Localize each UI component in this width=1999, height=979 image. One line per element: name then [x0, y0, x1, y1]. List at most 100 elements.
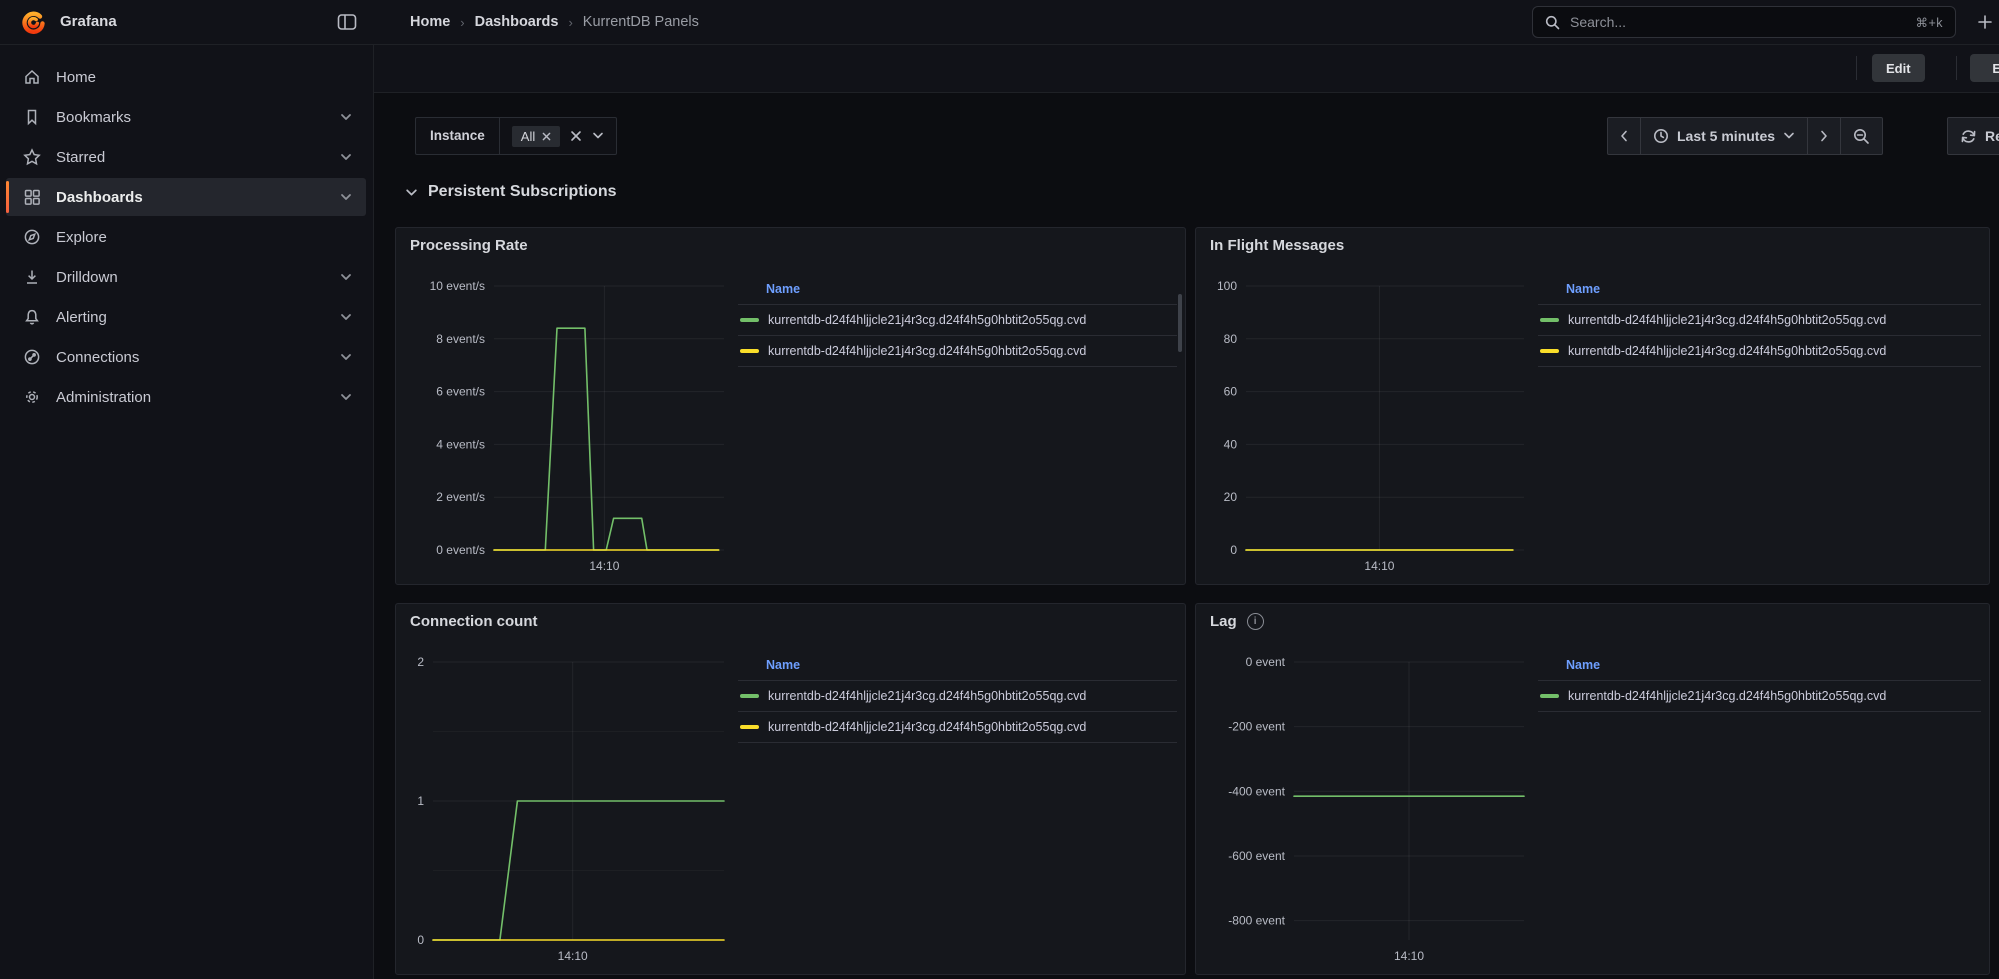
instance-variable-value[interactable]: All — [500, 118, 616, 154]
sidebar-toggle-icon[interactable] — [334, 10, 360, 34]
edit-button[interactable]: Edit — [1872, 54, 1925, 82]
export-button[interactable]: Export — [1970, 54, 1999, 82]
sidebar-item-explore[interactable]: Explore — [6, 218, 366, 256]
drilldown-icon — [22, 267, 42, 287]
sidebar-item-label: Alerting — [56, 309, 107, 326]
time-range-label: Last 5 minutes — [1677, 128, 1775, 144]
remove-value-icon[interactable] — [542, 132, 551, 141]
sidebar-item-drilldown[interactable]: Drilldown — [6, 258, 366, 296]
clear-all-icon[interactable] — [570, 130, 582, 142]
sidebar-item-connections[interactable]: Connections — [6, 338, 366, 376]
panel-processing-rate: Processing Rate 0 event/s2 event/s4 even… — [395, 227, 1186, 585]
svg-text:14:10: 14:10 — [1364, 559, 1394, 573]
product-name: Grafana — [60, 0, 117, 44]
time-shift-forward-button[interactable] — [1808, 118, 1841, 154]
legend: Name kurrentdb-d24f4hljjcle21j4r3cg.d24f… — [1538, 658, 1981, 712]
series-color-dash — [1540, 349, 1559, 353]
search-input[interactable] — [1568, 13, 1907, 31]
legend-item[interactable]: kurrentdb-d24f4hljjcle21j4r3cg.d24f4h5g0… — [1538, 335, 1981, 366]
panel-title-menu[interactable]: Connection count — [410, 613, 538, 630]
instance-value-pill[interactable]: All — [512, 126, 560, 147]
gear-icon — [22, 387, 42, 407]
svg-text:2: 2 — [417, 655, 424, 669]
time-shift-back-button[interactable] — [1608, 118, 1641, 154]
sidebar-item-starred[interactable]: Starred — [6, 138, 366, 176]
grafana-logo-icon[interactable] — [22, 10, 46, 34]
svg-text:8 event/s: 8 event/s — [436, 332, 485, 346]
legend-name-header[interactable]: Name — [738, 658, 1177, 680]
svg-text:0 event/s: 0 event/s — [436, 543, 485, 557]
svg-text:4 event/s: 4 event/s — [436, 437, 485, 451]
svg-text:20: 20 — [1224, 490, 1238, 504]
refresh-icon — [1960, 128, 1977, 145]
panel-connection-count: Connection count 01214:10 Name kurrentdb… — [395, 603, 1186, 975]
legend-name-header[interactable]: Name — [738, 282, 1177, 304]
sidebar-item-home[interactable]: Home — [6, 58, 366, 96]
svg-text:0: 0 — [417, 933, 424, 947]
dashboard-canvas: Instance All Last 5 minutes Refresh — [374, 92, 1999, 979]
sidebar-item-label: Drilldown — [56, 269, 118, 286]
instance-variable-label[interactable]: Instance — [416, 118, 500, 154]
legend-item[interactable]: kurrentdb-d24f4hljjcle21j4r3cg.d24f4h5g0… — [1538, 680, 1981, 711]
breadcrumb-separator: › — [568, 15, 572, 30]
series-name: kurrentdb-d24f4hljjcle21j4r3cg.d24f4h5g0… — [768, 720, 1177, 734]
legend-scrollbar[interactable] — [1178, 294, 1182, 352]
legend-item[interactable]: kurrentdb-d24f4hljjcle21j4r3cg.d24f4h5g0… — [738, 711, 1177, 742]
chevron-down-icon — [1783, 132, 1795, 140]
refresh-button[interactable]: Refresh — [1947, 117, 1999, 155]
sidebar-item-label: Dashboards — [56, 189, 143, 206]
info-icon[interactable] — [1247, 613, 1264, 630]
series-name: kurrentdb-d24f4hljjcle21j4r3cg.d24f4h5g0… — [1568, 313, 1981, 327]
time-series-chart: 0 event/s2 event/s4 event/s6 event/s8 ev… — [408, 268, 726, 576]
chevron-down-icon[interactable] — [592, 132, 604, 140]
toolbar-divider — [1856, 56, 1857, 80]
sidebar-item-label: Bookmarks — [56, 109, 131, 126]
home-icon — [22, 67, 42, 87]
series-name: kurrentdb-d24f4hljjcle21j4r3cg.d24f4h5g0… — [768, 689, 1177, 703]
legend-item[interactable]: kurrentdb-d24f4hljjcle21j4r3cg.d24f4h5g0… — [738, 304, 1177, 335]
panel-lag: Lag 0 event-200 event-400 event-600 even… — [1195, 603, 1990, 975]
legend-name-header[interactable]: Name — [1538, 658, 1981, 680]
legend-name-header[interactable]: Name — [1538, 282, 1981, 304]
sidebar-item-alerting[interactable]: Alerting — [6, 298, 366, 336]
search-icon — [1545, 15, 1560, 30]
legend-item[interactable]: kurrentdb-d24f4hljjcle21j4r3cg.d24f4h5g0… — [738, 335, 1177, 366]
search-box[interactable]: ⌘+k — [1532, 6, 1956, 38]
panel-title-menu[interactable]: In Flight Messages — [1210, 237, 1344, 254]
svg-text:40: 40 — [1224, 437, 1238, 451]
breadcrumb: Home › Dashboards › KurrentDB Panels — [410, 0, 699, 44]
chevron-down-icon — [340, 353, 352, 361]
panel-title-menu[interactable]: Processing Rate — [410, 237, 528, 254]
add-icon[interactable] — [1972, 10, 1998, 34]
top-nav: Grafana Home › Dashboards › KurrentDB Pa… — [0, 0, 1999, 45]
refresh-label: Refresh — [1985, 128, 1999, 144]
panel-title: Connection count — [410, 613, 538, 630]
star-icon — [22, 147, 42, 167]
sidebar: Home Bookmarks Starred Dashboards Explor… — [0, 44, 374, 979]
time-series-chart: 01214:10 — [408, 644, 726, 966]
series-color-dash — [740, 318, 759, 322]
sidebar-item-bookmarks[interactable]: Bookmarks — [6, 98, 366, 136]
sidebar-item-dashboards[interactable]: Dashboards — [6, 178, 366, 216]
search-shortcut: ⌘+k — [1915, 15, 1943, 30]
time-series-chart: 02040608010014:10 — [1208, 268, 1526, 576]
svg-text:14:10: 14:10 — [589, 559, 619, 573]
dashboards-grid-icon — [22, 187, 42, 207]
zoom-out-icon — [1853, 128, 1870, 145]
series-name: kurrentdb-d24f4hljjcle21j4r3cg.d24f4h5g0… — [1568, 344, 1981, 358]
sidebar-item-administration[interactable]: Administration — [6, 378, 366, 416]
time-range-picker[interactable]: Last 5 minutes — [1641, 118, 1808, 154]
section-persistent-subscriptions[interactable]: Persistent Subscriptions — [405, 183, 617, 201]
chevron-right-icon — [1820, 130, 1828, 142]
breadcrumb-home[interactable]: Home — [410, 14, 450, 30]
svg-text:0: 0 — [1230, 543, 1237, 557]
panel-title-menu[interactable]: Lag — [1210, 613, 1264, 630]
chevron-down-icon — [340, 113, 352, 121]
legend-item[interactable]: kurrentdb-d24f4hljjcle21j4r3cg.d24f4h5g0… — [738, 680, 1177, 711]
toolbar-divider — [1956, 56, 1957, 80]
zoom-out-button[interactable] — [1841, 118, 1882, 154]
legend-item[interactable]: kurrentdb-d24f4hljjcle21j4r3cg.d24f4h5g0… — [1538, 304, 1981, 335]
breadcrumb-dashboards[interactable]: Dashboards — [475, 14, 559, 30]
connections-icon — [22, 347, 42, 367]
svg-text:14:10: 14:10 — [558, 949, 588, 963]
